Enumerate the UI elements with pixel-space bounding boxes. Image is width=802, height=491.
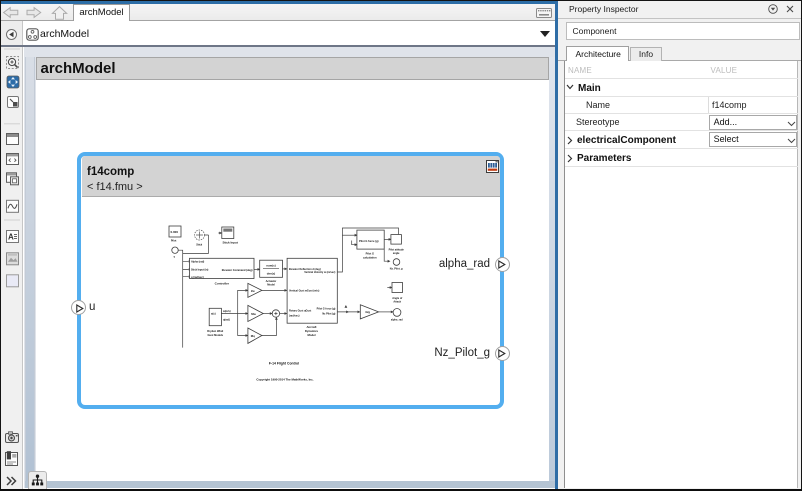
svg-text:Controller: Controller bbox=[215, 282, 230, 286]
svg-text:Alpha (rad): Alpha (rad) bbox=[191, 261, 204, 264]
svg-text:F-14 Flight Control: F-14 Flight Control bbox=[269, 361, 299, 365]
svg-text:Elevator Command (deg): Elevator Command (deg) bbox=[222, 268, 253, 272]
svg-text:Stick: Stick bbox=[196, 244, 203, 247]
svg-text:Pilot G force (g): Pilot G force (g) bbox=[317, 308, 336, 311]
svg-text:Stick Input: Stick Input bbox=[223, 241, 238, 245]
svg-text:Attack: Attack bbox=[393, 300, 401, 303]
svg-text:Gust Models: Gust Models bbox=[208, 333, 224, 337]
svg-text:u: u bbox=[174, 256, 176, 259]
svg-text:Copyright 1990-2014 The MathWo: Copyright 1990-2014 The MathWorks, Inc. bbox=[256, 378, 313, 382]
svg-text:Rotary Gust qGust: Rotary Gust qGust bbox=[289, 310, 311, 313]
svg-text:Model: Model bbox=[267, 283, 275, 287]
svg-text:A: A bbox=[8, 233, 14, 242]
svg-text:w(m/s): w(m/s) bbox=[223, 310, 231, 313]
svg-text:(rad/sec): (rad/sec) bbox=[289, 315, 300, 318]
svg-text:G/g: G/g bbox=[365, 310, 370, 314]
svg-text:a(s): a(s) bbox=[211, 312, 216, 316]
svg-text:Nz_Pilot_g: Nz_Pilot_g bbox=[390, 267, 403, 270]
svg-text:angle: angle bbox=[393, 252, 400, 255]
svg-text:den(s): den(s) bbox=[267, 272, 275, 276]
svg-text:0.000: 0.000 bbox=[171, 230, 179, 234]
svg-text:Model: Model bbox=[307, 333, 315, 337]
svg-text:Actuator: Actuator bbox=[266, 279, 277, 283]
svg-text:Vertical Velocity w (m/sec): Vertical Velocity w (m/sec) bbox=[304, 271, 335, 274]
svg-text:Pilot G force (g): Pilot G force (g) bbox=[359, 239, 379, 243]
svg-text:Dryden Wind: Dryden Wind bbox=[207, 329, 223, 333]
svg-text:Mq: Mq bbox=[251, 334, 255, 338]
svg-text:Vertical Gust wGust (m/s): Vertical Gust wGust (m/s) bbox=[289, 290, 319, 293]
svg-text:alpha_rad: alpha_rad bbox=[391, 318, 403, 321]
svg-text:calculation: calculation bbox=[363, 255, 377, 259]
svg-text:Nz Pilot (g): Nz Pilot (g) bbox=[322, 313, 335, 316]
svg-text:Pilot G: Pilot G bbox=[366, 252, 374, 256]
svg-text:q(rad): q(rad) bbox=[223, 318, 230, 321]
svg-text:Pilot: Pilot bbox=[171, 240, 177, 243]
svg-text:num(s): num(s) bbox=[266, 263, 275, 267]
svg-text:q (rad/sec): q (rad/sec) bbox=[191, 276, 204, 279]
svg-text:Stick Input (in): Stick Input (in) bbox=[191, 269, 209, 272]
